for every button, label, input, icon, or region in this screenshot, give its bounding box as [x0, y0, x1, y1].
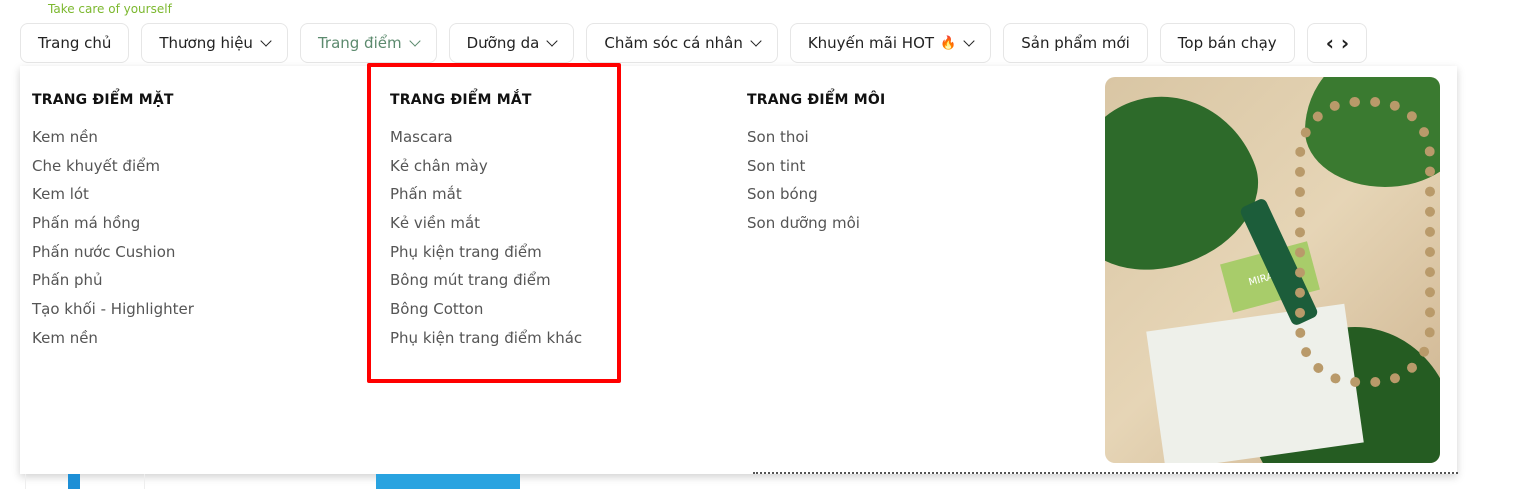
menu-link[interactable]: Che khuyết điểm — [32, 157, 194, 186]
menu-link[interactable]: Son tint — [747, 157, 885, 186]
nav-label: Top bán chạy — [1177, 34, 1277, 52]
nav-item-0[interactable]: Trang chủ — [20, 23, 130, 63]
woven-strap — [1295, 97, 1435, 387]
chevron-down-icon — [546, 34, 559, 47]
nav-item-6[interactable]: Sản phẩm mới — [1003, 23, 1148, 63]
nav-scroll-arrows[interactable]: ‹ › — [1306, 23, 1367, 63]
nav-label: Thương hiệu — [159, 34, 253, 52]
chevron-down-icon — [260, 34, 272, 47]
menu-column-2: TRANG ĐIỂM MÔI Son thoi Son tint Son bóng So… — [747, 92, 885, 243]
nav-label: Dưỡng da — [466, 34, 540, 52]
nav-label: Chăm sóc cá nhân — [604, 34, 743, 52]
product-thumb — [68, 474, 80, 489]
highlight-box — [367, 63, 621, 383]
product-image[interactable] — [376, 474, 520, 489]
promo-image: MIRACLE — [1105, 77, 1440, 463]
menu-link[interactable]: Son dưỡng môi — [747, 214, 885, 243]
nav-label: Trang chủ — [38, 34, 112, 52]
column-title: TRANG ĐIỂM MẶT — [32, 92, 174, 108]
menu-link[interactable]: Kem nền — [32, 329, 194, 358]
chevron-down-icon — [963, 34, 975, 47]
column-title: TRANG ĐIỂM MÔI — [747, 92, 886, 108]
nav-label: Khuyến mãi HOT — [807, 34, 935, 52]
menu-link[interactable]: Phấn nước Cushion — [32, 243, 194, 272]
chevron-down-icon — [750, 34, 762, 47]
chevron-down-icon — [408, 34, 421, 47]
nav-label: Sản phẩm mới — [1021, 34, 1130, 52]
menu-link[interactable]: Phấn má hồng — [32, 214, 194, 243]
nav-label: Trang điểm — [317, 34, 402, 52]
menu-link[interactable]: Son thoi — [747, 128, 885, 157]
nav-item-2[interactable]: Trang điểm — [299, 23, 437, 63]
menu-link[interactable]: Kem nền — [32, 128, 194, 157]
menu-link[interactable]: Kem lót — [32, 185, 194, 214]
nav-item-5[interactable]: Khuyến mãi HOT 🔥 — [789, 23, 992, 63]
nav-item-4[interactable]: Chăm sóc cá nhân — [586, 23, 778, 63]
chevron-right-icon[interactable]: › — [1341, 31, 1349, 55]
product-card[interactable] — [25, 474, 145, 489]
tagline: Take care of yourself — [48, 2, 172, 16]
menu-link[interactable]: Tạo khối - Highlighter — [32, 300, 194, 329]
fire-icon: 🔥 — [940, 35, 957, 51]
nav-item-1[interactable]: Thương hiệu — [141, 23, 288, 63]
main-nav: Trang chủ Thương hiệu Trang điểm Dưỡng da Ch… — [20, 23, 1367, 63]
nav-item-3[interactable]: Dưỡng da — [448, 23, 575, 63]
menu-link[interactable]: Phấn phủ — [32, 271, 194, 300]
menu-column-0: TRANG ĐIỂM MẶT Kem nền Che khuyết điểm Kem … — [32, 92, 194, 358]
chevron-left-icon[interactable]: ‹ — [1326, 31, 1334, 55]
menu-link[interactable]: Son bóng — [747, 185, 885, 214]
nav-item-7[interactable]: Top bán chạy — [1159, 23, 1295, 63]
divider — [753, 472, 1458, 474]
